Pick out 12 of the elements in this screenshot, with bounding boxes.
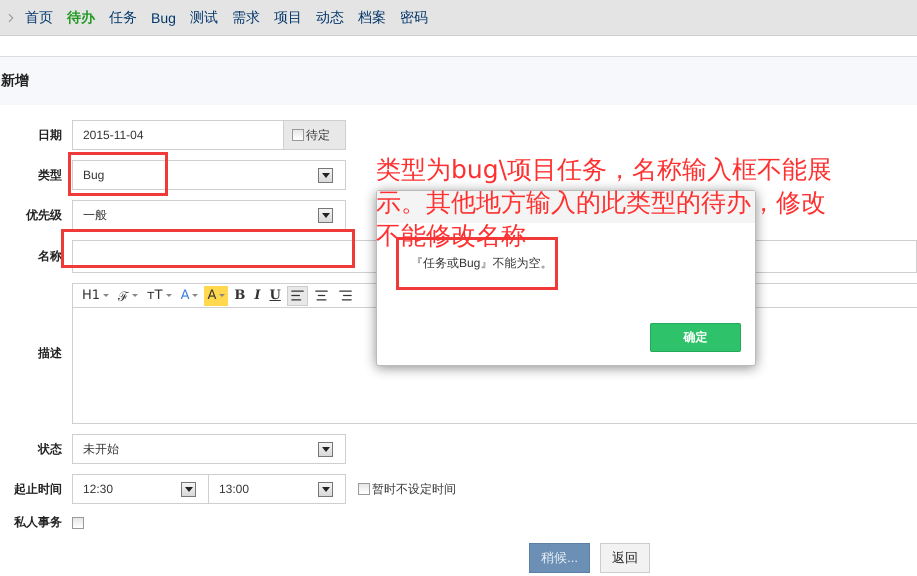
- page-title: 新增: [1, 72, 29, 90]
- dialog-message: 『任务或Bug』不能为空。: [411, 255, 554, 272]
- field-label: 起止时间: [13, 480, 62, 498]
- field-label: 类型: [37, 166, 62, 184]
- field-label: 描述: [36, 345, 62, 362]
- field-label: 日期: [37, 126, 62, 144]
- field-label: 私人事务: [12, 514, 62, 531]
- field-label: 状态: [36, 440, 62, 458]
- annotation-text: 示。其他地方输入的此类型的待办，修改: [376, 187, 826, 219]
- field-label: 名称: [36, 248, 62, 265]
- annotation-text: 类型为bug\项目任务，名称输入框不能展: [376, 154, 832, 186]
- field-label: 优先级: [24, 206, 62, 224]
